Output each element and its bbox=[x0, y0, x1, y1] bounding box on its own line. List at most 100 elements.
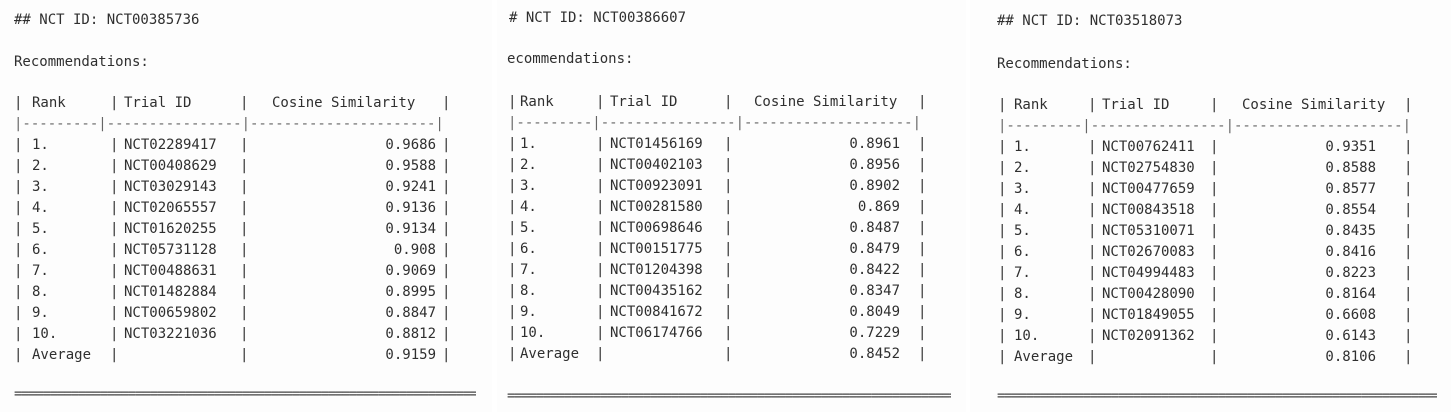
rank-cell: 5. bbox=[32, 221, 49, 237]
column-header-cosine-similarity: Cosine Similarity bbox=[1242, 97, 1386, 113]
table-row: | 10. | NCT03221036 | 0.8812 | bbox=[14, 324, 454, 345]
column-separator: | bbox=[508, 157, 517, 173]
table-body: | 1. | NCT02289417 | 0.9686 | | 2. | NCT00408629 | 0… bbox=[14, 135, 454, 366]
column-separator: | bbox=[918, 304, 927, 320]
trial-id-cell: NCT00408629 bbox=[124, 158, 217, 174]
column-separator: | bbox=[1210, 244, 1219, 260]
table-row: | 3. | NCT03029143 | 0.9241 | bbox=[14, 177, 454, 198]
column-separator: | bbox=[110, 221, 119, 237]
table-row: | 8. | NCT00435162 | 0.8347 | bbox=[508, 281, 938, 302]
column-separator: | bbox=[110, 242, 119, 258]
column-separator: | bbox=[596, 157, 605, 173]
trial-id-cell: NCT01849055 bbox=[1102, 307, 1195, 323]
recommendations-label: ecommendations: bbox=[507, 51, 634, 67]
column-separator: | bbox=[14, 221, 23, 237]
column-separator: | bbox=[1210, 202, 1219, 218]
cosine-similarity-cell: 0.9351 bbox=[1325, 139, 1376, 155]
column-separator: | bbox=[596, 304, 605, 320]
column-separator: | bbox=[110, 200, 119, 216]
average-row: | Average | | 0.8106 | bbox=[998, 347, 1418, 368]
rank-cell: 9. bbox=[520, 304, 537, 320]
column-separator: | bbox=[110, 263, 119, 279]
table-row: | 6. | NCT05731128 | 0.908 | bbox=[14, 240, 454, 261]
column-separator: | bbox=[110, 284, 119, 300]
table-divider-row: |---------|----------------|------------… bbox=[14, 116, 444, 132]
cosine-similarity-cell: 0.8902 bbox=[849, 178, 900, 194]
trial-id-cell: NCT04994483 bbox=[1102, 265, 1195, 281]
nct-heading: # NCT ID: NCT00386607 bbox=[509, 10, 687, 26]
trial-id-cell: NCT02091362 bbox=[1102, 328, 1195, 344]
cosine-similarity-cell: 0.908 bbox=[393, 242, 436, 258]
table-row: | 5. | NCT01620255 | 0.9134 | bbox=[14, 219, 454, 240]
column-separator: | bbox=[1210, 307, 1219, 323]
column-separator: | bbox=[918, 283, 927, 299]
column-separator: | bbox=[1088, 181, 1097, 197]
rank-cell: 8. bbox=[520, 283, 537, 299]
column-separator: | bbox=[110, 158, 119, 174]
trial-id-cell: NCT00923091 bbox=[610, 178, 703, 194]
rule-divider: ========================================… bbox=[14, 386, 476, 402]
column-separator: | bbox=[110, 347, 119, 363]
table-row: | 7. | NCT01204398 | 0.8422 | bbox=[508, 260, 938, 281]
cosine-similarity-cell: 0.8554 bbox=[1325, 202, 1376, 218]
cosine-similarity-cell: 0.8961 bbox=[849, 136, 900, 152]
trial-id-cell: NCT03221036 bbox=[124, 326, 217, 342]
table-row: | 9. | NCT00841672 | 0.8049 | bbox=[508, 302, 938, 323]
table-header-row: | Rank | Trial ID | Cosine Similarity | bbox=[14, 93, 454, 114]
column-separator: | bbox=[508, 199, 517, 215]
trial-id-cell: NCT00281580 bbox=[610, 199, 703, 215]
rank-cell: 5. bbox=[520, 220, 537, 236]
trial-id-cell: NCT00428090 bbox=[1102, 286, 1195, 302]
column-separator: | bbox=[442, 158, 451, 174]
recommendations-table: | Rank | Trial ID | Cosine Similarity | … bbox=[508, 92, 938, 365]
column-separator: | bbox=[1088, 160, 1097, 176]
trial-id-cell: NCT05310071 bbox=[1102, 223, 1195, 239]
cosine-similarity-cell: 0.8588 bbox=[1325, 160, 1376, 176]
cosine-similarity-cell: 0.9588 bbox=[385, 158, 436, 174]
trial-id-cell: NCT00435162 bbox=[610, 283, 703, 299]
column-separator: | bbox=[240, 221, 249, 237]
column-separator: | bbox=[998, 265, 1007, 281]
table-row: | 6. | NCT00151775 | 0.8479 | bbox=[508, 239, 938, 260]
table-row: | 8. | NCT00428090 | 0.8164 | bbox=[998, 284, 1418, 305]
table-row: | 9. | NCT01849055 | 0.6608 | bbox=[998, 305, 1418, 326]
column-separator: | bbox=[998, 202, 1007, 218]
column-separator: | bbox=[596, 241, 605, 257]
column-separator: | bbox=[724, 241, 733, 257]
column-separator: | bbox=[1404, 244, 1413, 260]
column-header-rank: Rank bbox=[520, 94, 554, 110]
table-row: | 5. | NCT05310071 | 0.8435 | bbox=[998, 221, 1418, 242]
rank-cell: Average bbox=[1014, 349, 1074, 365]
cosine-similarity-cell: 0.6143 bbox=[1325, 328, 1376, 344]
trial-id-cell: NCT02754830 bbox=[1102, 160, 1195, 176]
cosine-similarity-cell: 0.869 bbox=[857, 199, 900, 215]
table-header-row: | Rank | Trial ID | Cosine Similarity | bbox=[508, 92, 938, 113]
trial-id-cell: NCT00402103 bbox=[610, 157, 703, 173]
column-separator: | bbox=[1088, 139, 1097, 155]
trial-id-cell: NCT02289417 bbox=[124, 137, 217, 153]
column-separator: | bbox=[508, 262, 517, 278]
column-separator: | bbox=[240, 242, 249, 258]
rank-cell: 10. bbox=[32, 326, 58, 342]
rank-cell: 3. bbox=[1014, 181, 1031, 197]
column-separator: | bbox=[442, 200, 451, 216]
nct-heading: ## NCT ID: NCT03518073 bbox=[997, 13, 1183, 29]
column-separator: | bbox=[1210, 223, 1219, 239]
recommendation-panel: ## NCT ID: NCT00385736 Recommendations: … bbox=[0, 0, 492, 412]
column-separator: | bbox=[998, 160, 1007, 176]
rank-cell: 4. bbox=[32, 200, 49, 216]
cosine-similarity-cell: 0.8106 bbox=[1325, 349, 1376, 365]
rank-cell: 8. bbox=[32, 284, 49, 300]
column-separator: | bbox=[918, 346, 927, 362]
column-separator: | bbox=[442, 263, 451, 279]
table-row: | 8. | NCT01482884 | 0.8995 | bbox=[14, 282, 454, 303]
rank-cell: 4. bbox=[1014, 202, 1031, 218]
column-separator: | bbox=[596, 283, 605, 299]
column-separator: | bbox=[1088, 265, 1097, 281]
column-separator: | bbox=[998, 139, 1007, 155]
column-separator: | bbox=[918, 325, 927, 341]
recommendations-table: | Rank | Trial ID | Cosine Similarity | … bbox=[14, 93, 454, 366]
table-row: | 4. | NCT00843518 | 0.8554 | bbox=[998, 200, 1418, 221]
column-separator: | bbox=[998, 328, 1007, 344]
cosine-similarity-cell: 0.9069 bbox=[385, 263, 436, 279]
